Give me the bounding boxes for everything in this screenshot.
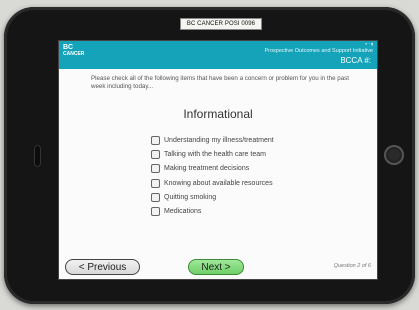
option-label: Medications bbox=[164, 208, 202, 216]
app-header: BC CANCER ▾ ◔ ▮ Prospective Outcomes and… bbox=[59, 41, 377, 69]
logo-line-1: BC bbox=[63, 44, 74, 51]
checkbox[interactable] bbox=[151, 149, 160, 159]
option-understanding-illness[interactable]: Understanding my illness/treatment bbox=[151, 133, 274, 147]
option-talking-care-team[interactable]: Talking with the health care team bbox=[151, 147, 274, 161]
next-button[interactable]: Next > bbox=[188, 259, 244, 275]
home-button[interactable] bbox=[384, 145, 404, 165]
checkbox[interactable] bbox=[151, 135, 160, 145]
logo-line-2: CANCER bbox=[63, 51, 85, 57]
option-treatment-decisions[interactable]: Making treatment decisions bbox=[151, 162, 274, 176]
status-bar: ▾ ◔ ▮ bbox=[365, 42, 373, 46]
checkbox[interactable] bbox=[151, 164, 160, 174]
option-label: Making treatment decisions bbox=[164, 165, 250, 173]
option-label: Quitting smoking bbox=[164, 193, 217, 201]
option-label: Understanding my illness/treatment bbox=[164, 136, 274, 144]
options-list: Understanding my illness/treatment Talki… bbox=[151, 133, 274, 219]
option-available-resources[interactable]: Knowing about available resources bbox=[151, 176, 274, 190]
option-quitting-smoking[interactable]: Quitting smoking bbox=[151, 190, 274, 204]
option-medications[interactable]: Medications bbox=[151, 204, 274, 218]
previous-button[interactable]: < Previous bbox=[65, 259, 140, 275]
bc-cancer-logo: BC CANCER bbox=[63, 44, 85, 66]
tablet-screen: BC CANCER ▾ ◔ ▮ Prospective Outcomes and… bbox=[58, 40, 378, 280]
option-label: Knowing about available resources bbox=[164, 179, 273, 187]
checkbox[interactable] bbox=[151, 178, 160, 188]
checkbox[interactable] bbox=[151, 207, 160, 217]
question-instructions: Please check all of the following items … bbox=[91, 75, 349, 90]
bcca-number-label: BCCA #: bbox=[340, 56, 371, 65]
asset-label-sticker: BC CANCER POSI 0096 bbox=[180, 18, 262, 30]
checkbox[interactable] bbox=[151, 192, 160, 202]
option-label: Talking with the health care team bbox=[164, 150, 266, 158]
section-title: Informational bbox=[183, 107, 253, 121]
camera-icon bbox=[34, 145, 41, 167]
program-name: Prospective Outcomes and Support Initiat… bbox=[264, 48, 373, 54]
question-progress: Question 2 of 6 bbox=[333, 263, 371, 269]
